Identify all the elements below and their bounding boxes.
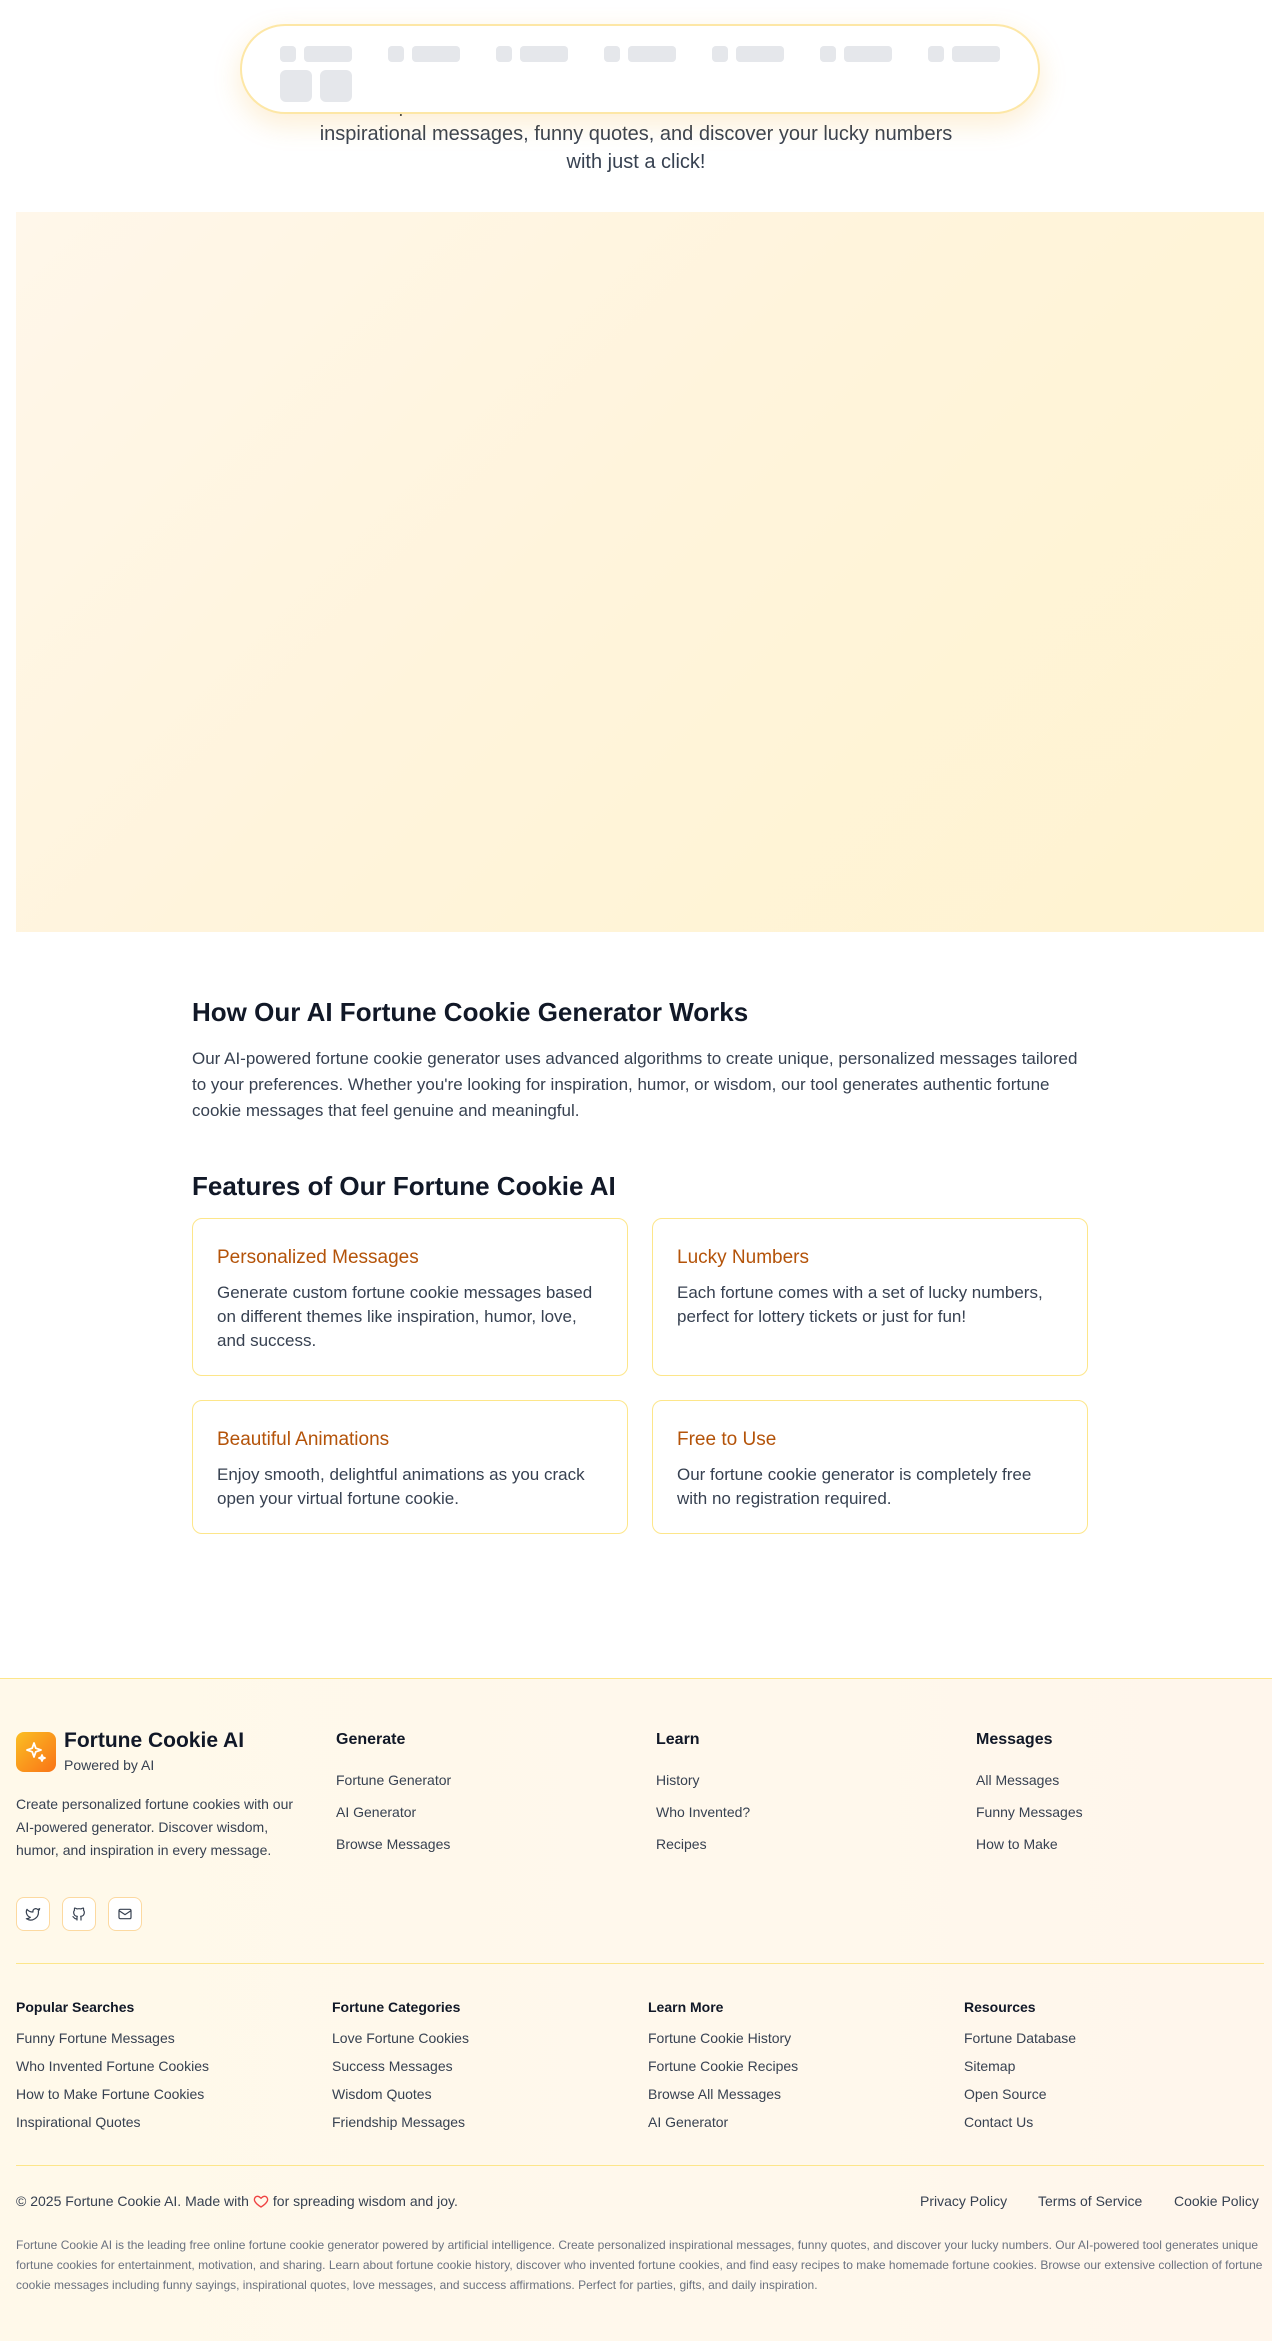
footer-link[interactable]: Funny Messages (976, 1804, 1083, 1820)
nav-skeleton-icon (388, 46, 404, 62)
brand-description: Create personalized fortune cookies with… (16, 1796, 294, 1858)
footer-link[interactable]: AI Generator (336, 1804, 416, 1820)
footer-sub-link[interactable]: Friendship Messages (332, 2114, 465, 2130)
feature-card-body: Generate custom fortune cookie messages … (217, 1283, 593, 1350)
footer-sub-link[interactable]: Success Messages (332, 2058, 453, 2074)
footer-sub-link[interactable]: Open Source (964, 2086, 1047, 2102)
mail-icon[interactable] (108, 1897, 142, 1931)
footer-divider (16, 1963, 1264, 1964)
copyright-prefix: © 2025 Fortune Cookie AI. Made with (16, 2193, 249, 2209)
nav-skeleton-label (628, 46, 676, 62)
footer-sub-link[interactable]: Who Invented Fortune Cookies (16, 2058, 209, 2074)
features-section: Features of Our Fortune Cookie AI (192, 1170, 1088, 1202)
sparkles-icon[interactable] (16, 1732, 56, 1772)
terms-of-service-link[interactable]: Terms of Service (1038, 2193, 1142, 2209)
nav-skeleton-button (320, 70, 352, 102)
footer-sub-link[interactable]: Funny Fortune Messages (16, 2030, 175, 2046)
footer-column-title: Messages (976, 1731, 1053, 1748)
footer-column-title: Generate (336, 1731, 406, 1748)
nav-skeleton-label (844, 46, 892, 62)
feature-card: Beautiful Animations Enjoy smooth, delig… (192, 1400, 628, 1534)
nav-skeleton-label (412, 46, 460, 62)
features-title: Features of Our Fortune Cookie AI (192, 1171, 616, 1201)
copyright: © 2025 Fortune Cookie AI. Made with for … (16, 2193, 458, 2209)
feature-card-title: Personalized Messages (217, 1247, 419, 1268)
feature-card-body: Each fortune comes with a set of lucky n… (677, 1283, 1043, 1326)
footer-sub-link[interactable]: Fortune Cookie History (648, 2030, 791, 2046)
footer-subcolumn-title: Popular Searches (16, 1999, 135, 2015)
github-icon[interactable] (62, 1897, 96, 1931)
footer-sub-link[interactable]: Browse All Messages (648, 2086, 781, 2102)
feature-card-title: Beautiful Animations (217, 1429, 390, 1450)
footer-subcolumn-title: Learn More (648, 1999, 724, 2015)
feature-card-title: Free to Use (677, 1429, 777, 1450)
footer-sub-link[interactable]: Fortune Cookie Recipes (648, 2058, 798, 2074)
footer-sub-link[interactable]: Wisdom Quotes (332, 2086, 432, 2102)
feature-card-body: Enjoy smooth, delightful animations as y… (217, 1465, 585, 1508)
nav-skeleton-icon (604, 46, 620, 62)
copyright-suffix: for spreading wisdom and joy. (272, 2193, 458, 2209)
nav-skeleton-label (736, 46, 784, 62)
footer-link[interactable]: All Messages (976, 1772, 1059, 1788)
footer-link[interactable]: Recipes (656, 1836, 707, 1852)
footer-sub-link[interactable]: Sitemap (964, 2058, 1015, 2074)
footer-sub-link[interactable]: Fortune Database (964, 2030, 1076, 2046)
nav-skeleton-label (304, 46, 352, 62)
footer-link[interactable]: History (656, 1772, 700, 1788)
twitter-icon[interactable] (16, 1897, 50, 1931)
footer-sub-link[interactable]: Inspirational Quotes (16, 2114, 141, 2130)
heart-icon (253, 2193, 269, 2209)
nav-skeleton-icon (496, 46, 512, 62)
cookie-policy-link[interactable]: Cookie Policy (1174, 2193, 1259, 2209)
nav-skeleton-icon (280, 46, 296, 62)
footer-sub-link[interactable]: Love Fortune Cookies (332, 2030, 469, 2046)
feature-card-body: Our fortune cookie generator is complete… (677, 1465, 1032, 1508)
brand-name[interactable]: Fortune Cookie AI (64, 1729, 244, 1753)
how-it-works-title: How Our AI Fortune Cookie Generator Work… (192, 997, 749, 1027)
footer-sub-link[interactable]: AI Generator (648, 2114, 728, 2130)
footer-sub-link[interactable]: Contact Us (964, 2114, 1033, 2130)
footer-link[interactable]: Who Invented? (656, 1804, 750, 1820)
how-it-works-body: Our AI-powered fortune cookie generator … (192, 1049, 1078, 1120)
site-footer: Fortune Cookie AI Powered by AI Create p… (0, 1678, 1272, 2341)
footer-subcolumn-title: Resources (964, 1999, 1036, 2015)
feature-card: Free to Use Our fortune cookie generator… (652, 1400, 1088, 1534)
seo-description: Fortune Cookie AI is the leading free on… (16, 2238, 1263, 2292)
footer-subcolumn-title: Fortune Categories (332, 1999, 461, 2015)
footer-link[interactable]: Browse Messages (336, 1836, 450, 1852)
footer-link[interactable]: Fortune Generator (336, 1772, 451, 1788)
nav-skeleton-icon (928, 46, 944, 62)
nav-skeleton-button (280, 70, 312, 102)
nav-skeleton-icon (820, 46, 836, 62)
nav-skeleton-icon (712, 46, 728, 62)
nav-skeleton-label (952, 46, 1000, 62)
generator-panel (16, 212, 1264, 932)
feature-card-title: Lucky Numbers (677, 1247, 809, 1268)
privacy-policy-link[interactable]: Privacy Policy (920, 2193, 1007, 2209)
brand-tagline: Powered by AI (64, 1757, 155, 1773)
feature-card: Lucky Numbers Each fortune comes with a … (652, 1218, 1088, 1376)
footer-divider (16, 2165, 1264, 2166)
footer-sub-link[interactable]: How to Make Fortune Cookies (16, 2086, 204, 2102)
footer-column-title: Learn (656, 1731, 700, 1748)
how-it-works-section: How Our AI Fortune Cookie Generator Work… (192, 996, 1088, 1124)
navigation-bar (240, 24, 1040, 114)
nav-skeleton-label (520, 46, 568, 62)
footer-link[interactable]: How to Make (976, 1836, 1058, 1852)
feature-card: Personalized Messages Generate custom fo… (192, 1218, 628, 1376)
